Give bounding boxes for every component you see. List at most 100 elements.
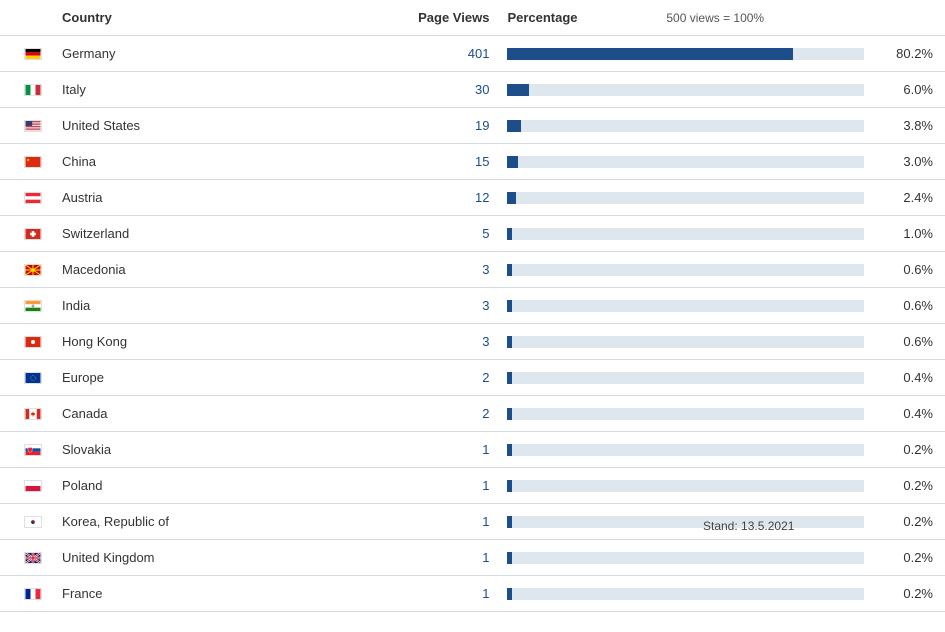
pct-value: 0.4% [864,406,933,421]
views-value[interactable]: 12 [389,190,508,205]
bar-fill [507,300,511,312]
bar-wrap [507,408,863,420]
pct-value: 0.2% [864,514,933,529]
views-value[interactable]: 1 [389,514,508,529]
views-value[interactable]: 19 [389,118,508,133]
header-views[interactable]: Page Views [389,10,508,25]
views-value[interactable]: 1 [389,586,508,601]
bar-track [507,552,863,564]
table-row: Austria12 2.4% [0,180,945,216]
bar-cell [507,264,863,276]
header-country[interactable]: Country [52,10,389,25]
flag-icon [24,120,52,132]
bar-cell [507,372,863,384]
country-name[interactable]: India [52,298,389,313]
header-percentage[interactable]: Percentage [507,10,606,25]
bar-track [507,372,863,384]
pct-value: 2.4% [864,190,933,205]
bar-fill [507,192,516,204]
country-name[interactable]: Canada [52,406,389,421]
views-value[interactable]: 401 [389,46,508,61]
views-value[interactable]: 3 [389,334,508,349]
bar-cell [507,120,863,132]
bar-track [507,516,863,528]
country-name[interactable]: China [52,154,389,169]
flag-icon [24,372,52,384]
table-row: Germany40180.2% [0,36,945,72]
flag-icon [24,264,52,276]
views-value[interactable]: 3 [389,298,508,313]
table-row: Canada2 0.4% [0,396,945,432]
country-name[interactable]: Hong Kong [52,334,389,349]
country-name[interactable]: United Kingdom [52,550,389,565]
bar-track [507,480,863,492]
bar-fill [507,156,518,168]
bar-track [507,264,863,276]
views-value[interactable]: 1 [389,550,508,565]
views-value[interactable]: 30 [389,82,508,97]
views-value[interactable]: 3 [389,262,508,277]
country-name[interactable]: Macedonia [52,262,389,277]
table-header: Country Page Views Percentage 500 views … [0,0,945,36]
views-value[interactable]: 5 [389,226,508,241]
bar-wrap [507,48,863,60]
views-value[interactable]: 2 [389,370,508,385]
flag-icon [24,408,52,420]
bar-track [507,120,863,132]
bar-wrap [507,372,863,384]
bar-cell [507,48,863,60]
bar-fill [507,444,511,456]
country-name[interactable]: Poland [52,478,389,493]
pct-value: 0.6% [864,298,933,313]
flag-icon [24,516,52,528]
bar-fill [507,48,793,60]
table-row: Slovakia1 0.2% [0,432,945,468]
bar-cell [507,516,863,528]
pct-value: 0.2% [864,442,933,457]
flag-icon [24,156,52,168]
pct-value: 0.4% [864,370,933,385]
table-row: China15 3.0% [0,144,945,180]
bar-fill [507,264,511,276]
bar-cell [507,156,863,168]
country-table: Country Page Views Percentage 500 views … [0,0,945,612]
flag-icon [24,552,52,564]
country-name[interactable]: France [52,586,389,601]
country-name[interactable]: Germany [52,46,389,61]
bar-cell [507,408,863,420]
bar-wrap [507,120,863,132]
bar-wrap [507,228,863,240]
pct-value: 0.2% [864,478,933,493]
pct-value: 3.8% [864,118,933,133]
table-row: United States19 3.8% [0,108,945,144]
table-row: India3 0.6% [0,288,945,324]
views-value[interactable]: 1 [389,478,508,493]
country-name[interactable]: Korea, Republic of [52,514,389,529]
views-value[interactable]: 1 [389,442,508,457]
bar-cell [507,336,863,348]
country-name[interactable]: Switzerland [52,226,389,241]
bar-track [507,336,863,348]
views-value[interactable]: 15 [389,154,508,169]
country-name[interactable]: Italy [52,82,389,97]
bar-wrap [507,336,863,348]
bar-track [507,48,863,60]
country-name[interactable]: Austria [52,190,389,205]
pct-value: 0.6% [864,262,933,277]
country-name[interactable]: Slovakia [52,442,389,457]
country-name[interactable]: Europe [52,370,389,385]
table-row: Italy306.0% [0,72,945,108]
pct-value: 3.0% [864,154,933,169]
flag-icon [24,588,52,600]
bar-wrap [507,552,863,564]
bar-wrap [507,516,863,528]
country-name[interactable]: United States [52,118,389,133]
flag-icon [24,48,52,60]
bar-fill [507,552,511,564]
bar-track [507,192,863,204]
flag-icon [24,444,52,456]
bar-fill [507,120,521,132]
views-value[interactable]: 2 [389,406,508,421]
bar-fill [507,516,511,528]
bar-wrap [507,588,863,600]
